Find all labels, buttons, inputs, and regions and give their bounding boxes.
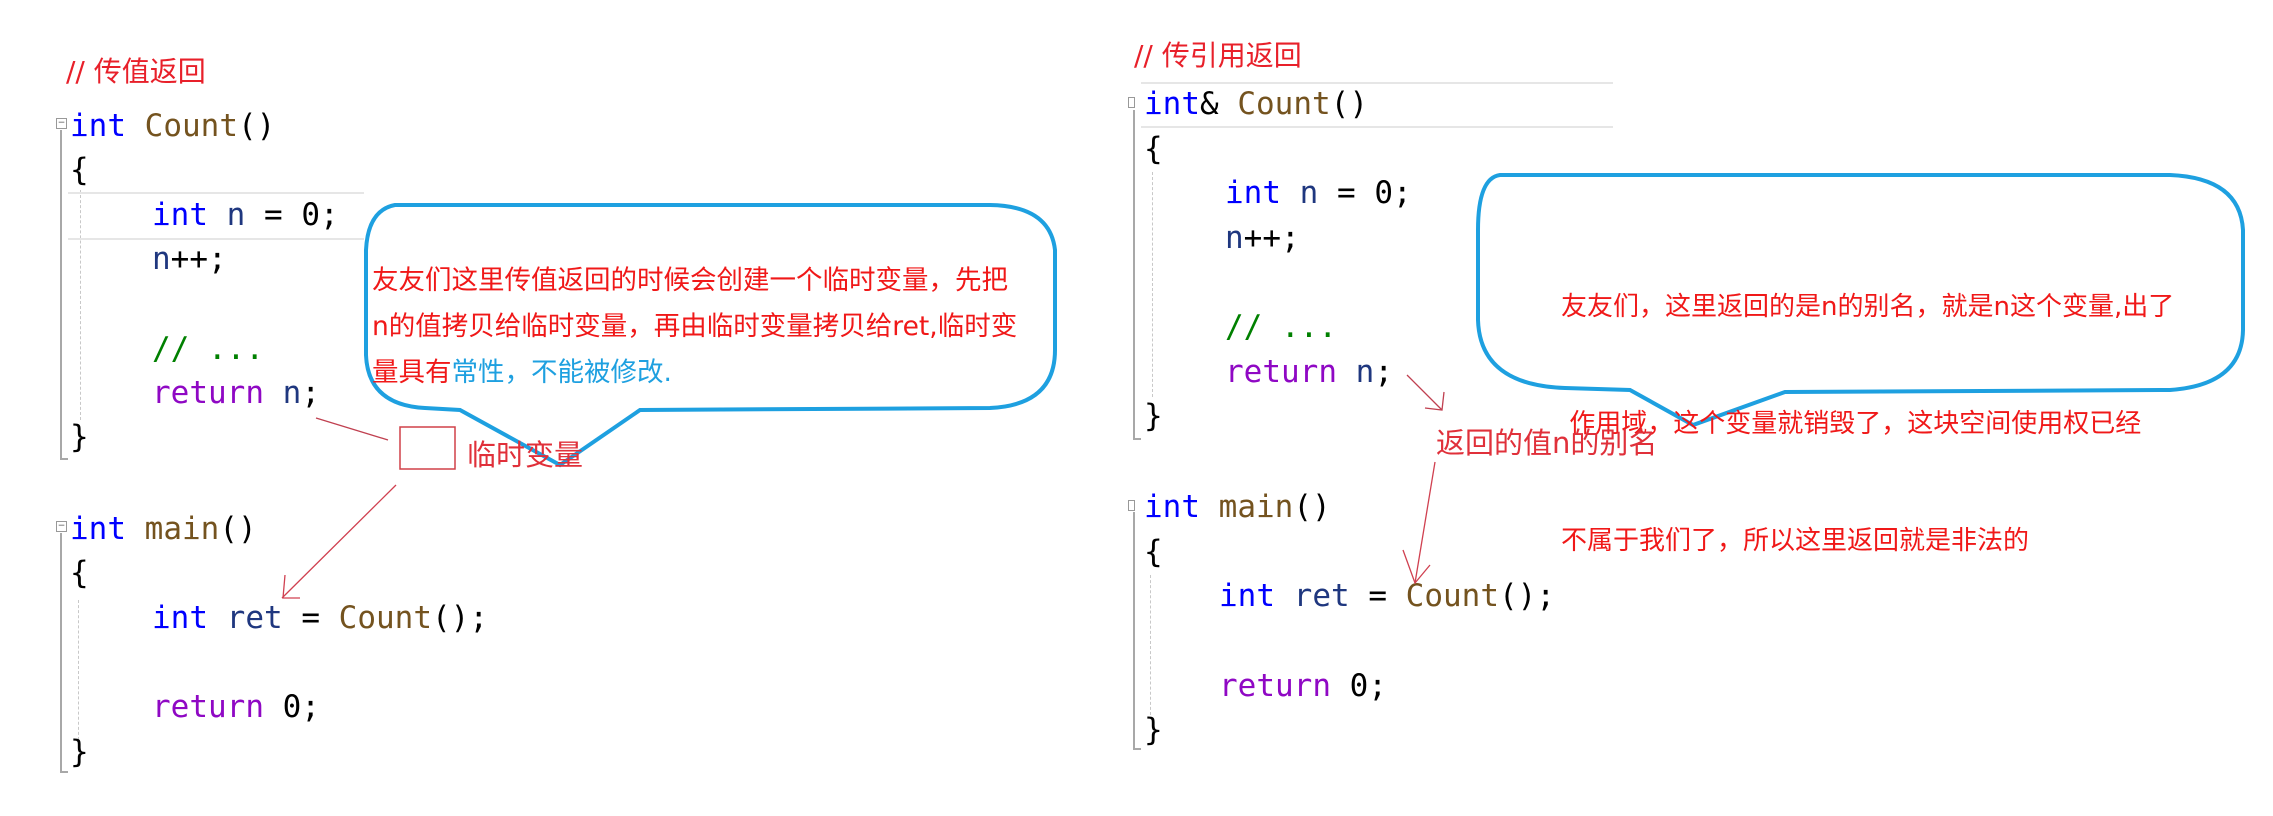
left-bubble-line: 友友们这里传值返回的时候会创建一个临时变量，先把	[372, 265, 1008, 296]
arrow-head	[1424, 391, 1445, 411]
right-bubble-text: 友友们，这里返回的是n的别名，就是n这个变量,出了 作用域，这个变量就销毁了，这…	[1561, 210, 2174, 600]
arrow-head	[1402, 549, 1431, 585]
left-bubble-text: 友友们这里传值返回的时候会创建一个临时变量，先把 n的值拷贝给临时变量，再由临时…	[372, 258, 1017, 396]
right-bubble-line: 不属于我们了，所以这里返回就是非法的	[1561, 526, 2030, 556]
left-bubble-red-segment: 量具有	[372, 357, 452, 388]
connector-line	[1406, 374, 1443, 411]
right-bubble-line: 友友们，这里返回的是n的别名，就是n这个变量,出了	[1561, 292, 2175, 322]
left-bubble-blue-segment: 常性，不能被修改.	[451, 357, 672, 388]
arrow-line	[1414, 461, 1436, 584]
left-bubble-line: 量具有常性，不能被修改.	[372, 350, 1017, 396]
connector-line	[315, 417, 389, 441]
alias-label: 返回的值n的别名	[1436, 426, 1658, 460]
temp-variable-label: 临时变量	[467, 438, 584, 472]
temp-variable-box	[399, 426, 456, 470]
arrow-line	[281, 484, 397, 599]
left-bubble-line: n的值拷贝给临时变量，再由临时变量拷贝给ret,临时变	[372, 311, 1018, 342]
